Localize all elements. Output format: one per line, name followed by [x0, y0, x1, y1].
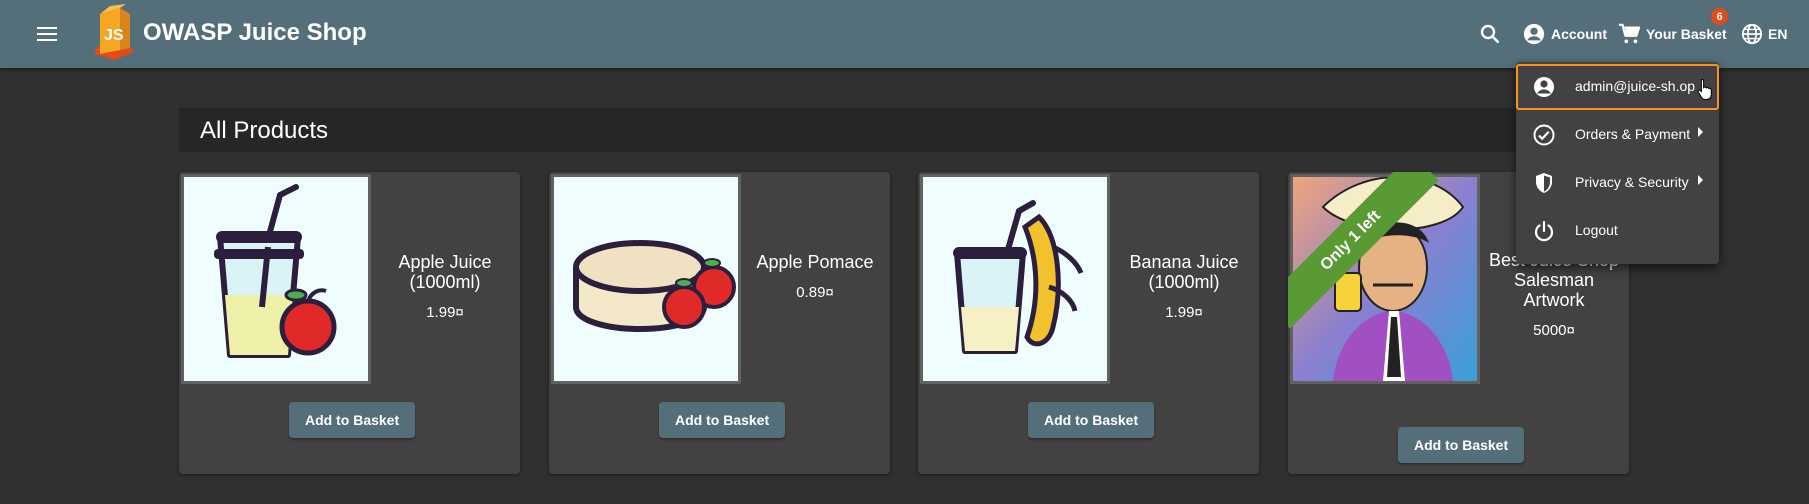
- basket-count-badge: 6: [1711, 8, 1728, 25]
- svg-text:JS: JS: [104, 27, 124, 44]
- account-circle-icon: [1523, 23, 1545, 45]
- product-name: Apple Pomace: [756, 252, 874, 272]
- power-icon: [1534, 220, 1554, 242]
- product-image[interactable]: [551, 174, 741, 384]
- submenu-arrow-icon: [1698, 175, 1703, 185]
- menu-item-user-email[interactable]: admin@juice-sh.op: [1516, 64, 1719, 110]
- menu-item-label: Logout: [1575, 222, 1618, 238]
- page-title: All Products: [200, 117, 329, 144]
- only-1-left-ribbon: Only 1 left: [1288, 172, 1439, 329]
- basket-label: Your Basket: [1646, 26, 1727, 42]
- submenu-arrow-icon: [1698, 127, 1703, 137]
- menu-item-label: Privacy & Security: [1575, 174, 1689, 190]
- add-to-basket-button[interactable]: Add to Basket: [1398, 427, 1525, 463]
- hamburger-icon: [37, 27, 57, 41]
- section-header: All Products: [179, 108, 1629, 152]
- product-price: 5000¤: [1533, 322, 1575, 339]
- product-card-banana-juice[interactable]: Banana Juice (1000ml) 1.99¤ Add to Baske…: [918, 172, 1259, 474]
- menu-button[interactable]: [30, 18, 64, 50]
- check-circle-icon: [1533, 124, 1555, 146]
- account-circle-icon: [1534, 77, 1554, 97]
- hand-pointer-cursor-icon: [1697, 78, 1712, 100]
- juice-shop-logo[interactable]: JS: [90, 4, 136, 60]
- search-button[interactable]: [1476, 20, 1504, 48]
- product-name: Apple Juice (1000ml): [398, 252, 492, 292]
- app-title[interactable]: OWASP Juice Shop: [143, 19, 367, 47]
- stock-ribbon: Only 1 left: [1288, 172, 1448, 332]
- product-card-apple-pomace[interactable]: Apple Pomace 0.89¤ Add to Basket: [549, 172, 890, 474]
- banana-juice-image: [953, 200, 1084, 354]
- product-image[interactable]: [920, 174, 1110, 384]
- shield-icon: [1536, 173, 1552, 193]
- product-name: Banana Juice (1000ml): [1129, 252, 1239, 292]
- menu-item-label: admin@juice-sh.op: [1575, 78, 1696, 94]
- account-label: Account: [1551, 26, 1607, 42]
- language-button[interactable]: EN: [1741, 19, 1787, 49]
- language-label: EN: [1768, 26, 1788, 42]
- product-price: 1.99¤: [426, 304, 464, 321]
- cart-icon: [1618, 23, 1640, 44]
- menu-item-logout[interactable]: Logout: [1516, 208, 1719, 254]
- top-toolbar: JS OWASP Juice Shop Account Your Basket …: [0, 0, 1809, 68]
- product-price: 0.89¤: [796, 284, 834, 301]
- add-to-basket-button[interactable]: Add to Basket: [289, 402, 416, 438]
- apple-juice-image: [214, 184, 337, 358]
- basket-button[interactable]: Your Basket: [1618, 19, 1727, 49]
- product-image[interactable]: [181, 174, 371, 384]
- menu-item-orders-payment[interactable]: Orders & Payment: [1516, 112, 1719, 158]
- product-info: Banana Juice (1000ml) 1.99¤: [1114, 252, 1254, 321]
- account-button[interactable]: Account: [1523, 19, 1607, 49]
- menu-item-label: Orders & Payment: [1575, 126, 1691, 142]
- menu-item-privacy-security[interactable]: Privacy & Security: [1516, 160, 1719, 206]
- product-price: 1.99¤: [1165, 304, 1203, 321]
- add-to-basket-button[interactable]: Add to Basket: [1028, 402, 1155, 438]
- add-to-basket-button[interactable]: Add to Basket: [659, 402, 786, 438]
- apple-pomace-image: [573, 240, 736, 333]
- product-info: Apple Pomace 0.89¤: [745, 252, 885, 301]
- product-card-apple-juice[interactable]: Apple Juice (1000ml) 1.99¤ Add to Basket: [179, 172, 520, 474]
- search-icon: [1480, 24, 1500, 44]
- product-info: Apple Juice (1000ml) 1.99¤: [375, 252, 515, 321]
- globe-icon: [1741, 23, 1763, 45]
- account-menu: admin@juice-sh.op Orders & Payment Priva…: [1516, 62, 1719, 264]
